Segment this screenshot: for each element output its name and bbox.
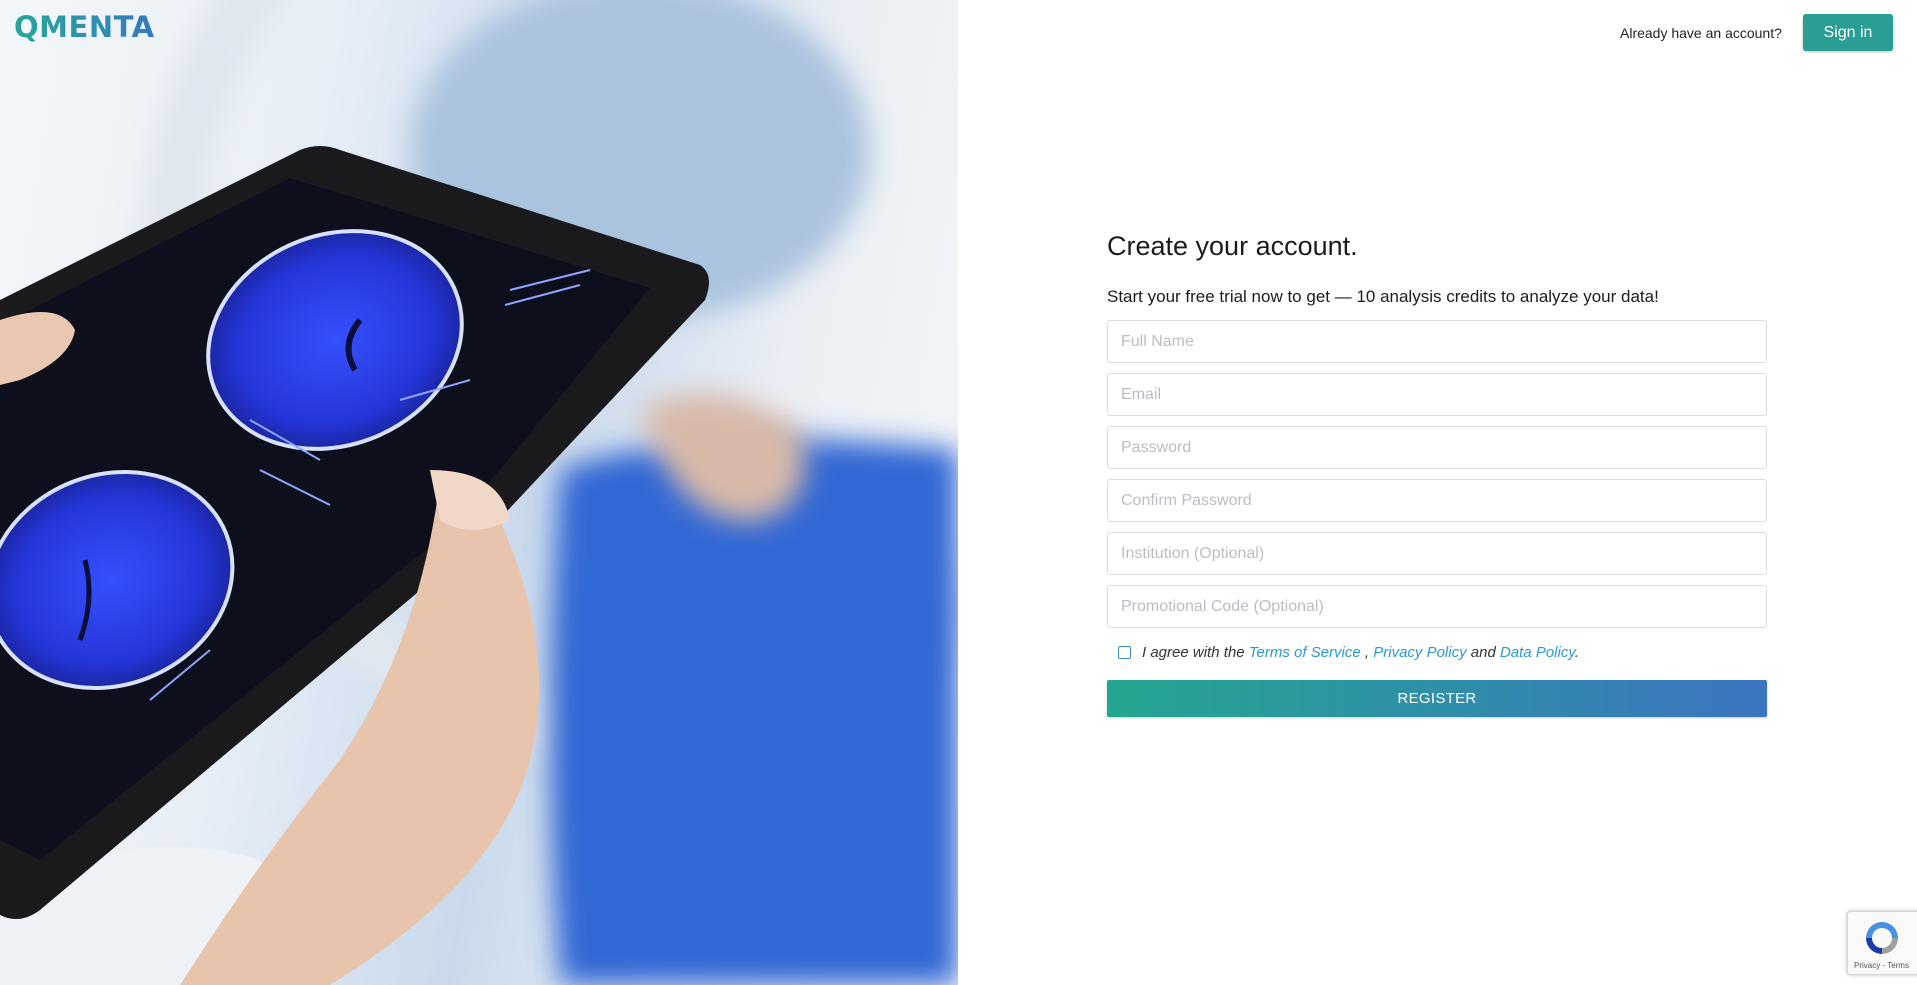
recaptcha-icon	[1866, 922, 1898, 954]
page-subtitle: Start your free trial now to get — 10 an…	[1107, 287, 1659, 306]
terms-link[interactable]: Terms of Service	[1249, 644, 1361, 661]
checkbox-icon[interactable]	[1118, 645, 1131, 659]
agree-row: I agree with the Terms of Service , Priv…	[1107, 640, 1767, 664]
password-input[interactable]	[1107, 426, 1767, 469]
data-policy-link[interactable]: Data Policy	[1500, 644, 1575, 661]
recaptcha-links[interactable]: Privacy - Terms	[1854, 961, 1909, 970]
full-name-input[interactable]	[1107, 320, 1767, 363]
page-title: Create your account.	[1107, 231, 1358, 261]
agree-and: and	[1470, 643, 1496, 661]
signin-button[interactable]: Sign in	[1803, 14, 1893, 51]
promo-code-input[interactable]	[1107, 585, 1767, 628]
recaptcha-badge[interactable]: Privacy - Terms	[1847, 911, 1917, 975]
hero-image: QMENTA	[0, 0, 958, 985]
institution-input[interactable]	[1107, 532, 1767, 575]
register-button[interactable]: REGISTER	[1107, 680, 1767, 717]
agree-text: I agree with the Terms of Service , Priv…	[1142, 644, 1579, 661]
privacy-link[interactable]: Privacy Policy	[1373, 644, 1466, 661]
agree-comma: ,	[1364, 643, 1370, 661]
email-input[interactable]	[1107, 373, 1767, 416]
hero-illustration	[0, 0, 958, 985]
qmenta-logo[interactable]: QMENTA	[14, 10, 155, 44]
signin-prompt: Already have an account?	[1620, 25, 1782, 41]
agree-suffix: .	[1574, 643, 1579, 661]
agree-prefix: I agree with the	[1142, 643, 1245, 661]
confirm-password-input[interactable]	[1107, 479, 1767, 522]
registration-form: Create your account. Start your free tri…	[1107, 228, 1767, 717]
